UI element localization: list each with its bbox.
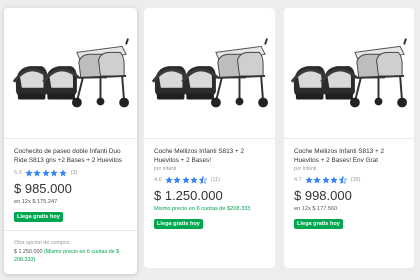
- star-full-icon: [25, 169, 33, 177]
- product-card[interactable]: Coche Mellizos Infanti S813 + 2 Huevitos…: [144, 8, 275, 268]
- double-stroller-image: [12, 32, 130, 112]
- star-full-icon: [305, 176, 313, 184]
- product-image[interactable]: [284, 8, 414, 136]
- installments-text: Mismo precio en 6 cuotas de $208.333: [154, 206, 251, 213]
- seller-name: por Infanti: [294, 166, 317, 173]
- star-full-icon: [322, 176, 330, 184]
- review-count: (3): [70, 169, 78, 176]
- free-shipping-badge: Llega gratis hoy: [294, 219, 343, 230]
- other-option-label: Otra opción de compra:: [14, 240, 71, 247]
- star-full-icon: [59, 169, 67, 177]
- star-half-icon: [339, 176, 347, 184]
- card-divider: [284, 138, 414, 139]
- review-count: (11): [210, 176, 220, 183]
- rating-stars: [165, 176, 208, 184]
- other-option-divider: [4, 230, 137, 232]
- star-full-icon: [330, 176, 338, 184]
- card-divider: [4, 138, 137, 139]
- product-title[interactable]: Coche Mellizos Infanti S813 + 2 Huevitos…: [154, 148, 269, 165]
- product-price: $ 1.250.000: [154, 188, 223, 204]
- star-half-icon: [199, 176, 207, 184]
- card-divider: [144, 138, 275, 139]
- rating-stars: [25, 169, 68, 177]
- installments-text: en 12x $ 177.560: [294, 206, 338, 213]
- product-title[interactable]: Cochecito de paseo doble Infanti Duo Rid…: [14, 148, 131, 165]
- double-stroller-image: [151, 32, 269, 112]
- free-shipping-badge: Llega gratis hoy: [14, 212, 63, 223]
- seller-name: por Infanti: [154, 166, 177, 173]
- rating-row: 4.6 (11): [154, 175, 269, 184]
- star-full-icon: [190, 176, 198, 184]
- rating-value: 4.7: [294, 176, 302, 183]
- star-full-icon: [50, 169, 58, 177]
- product-image[interactable]: [144, 8, 275, 136]
- rating-stars: [305, 176, 348, 184]
- star-full-icon: [42, 169, 50, 177]
- star-full-icon: [173, 176, 181, 184]
- star-full-icon: [313, 176, 321, 184]
- rating-value: 5.0: [14, 169, 22, 176]
- other-option-price: $ 1.250.000: [14, 249, 43, 256]
- product-card[interactable]: Coche Mellizos Infanti S813 + 2 Huevitos…: [284, 8, 414, 268]
- product-title[interactable]: Coche Mellizos Infanti S813 + 2 Huevitos…: [294, 148, 408, 165]
- rating-row: 4.7 (39): [294, 175, 408, 184]
- product-price: $ 998.000: [294, 188, 352, 204]
- free-shipping-badge: Llega gratis hoy: [154, 219, 203, 230]
- review-count: (39): [350, 176, 361, 183]
- other-option-offer[interactable]: $ 1.250.000 (Mismo precio en 6 cuotas de…: [14, 248, 131, 264]
- installments-text: en 12x $ 175.247: [14, 199, 58, 206]
- rating-value: 4.6: [154, 176, 162, 183]
- rating-row: 5.0 (3): [14, 168, 131, 177]
- star-full-icon: [182, 176, 190, 184]
- product-card[interactable]: Cochecito de paseo doble Infanti Duo Rid…: [4, 8, 137, 274]
- product-price: $ 985.000: [14, 181, 72, 197]
- double-stroller-image: [290, 32, 408, 112]
- star-full-icon: [33, 169, 41, 177]
- product-image[interactable]: [4, 8, 137, 136]
- star-full-icon: [165, 176, 173, 184]
